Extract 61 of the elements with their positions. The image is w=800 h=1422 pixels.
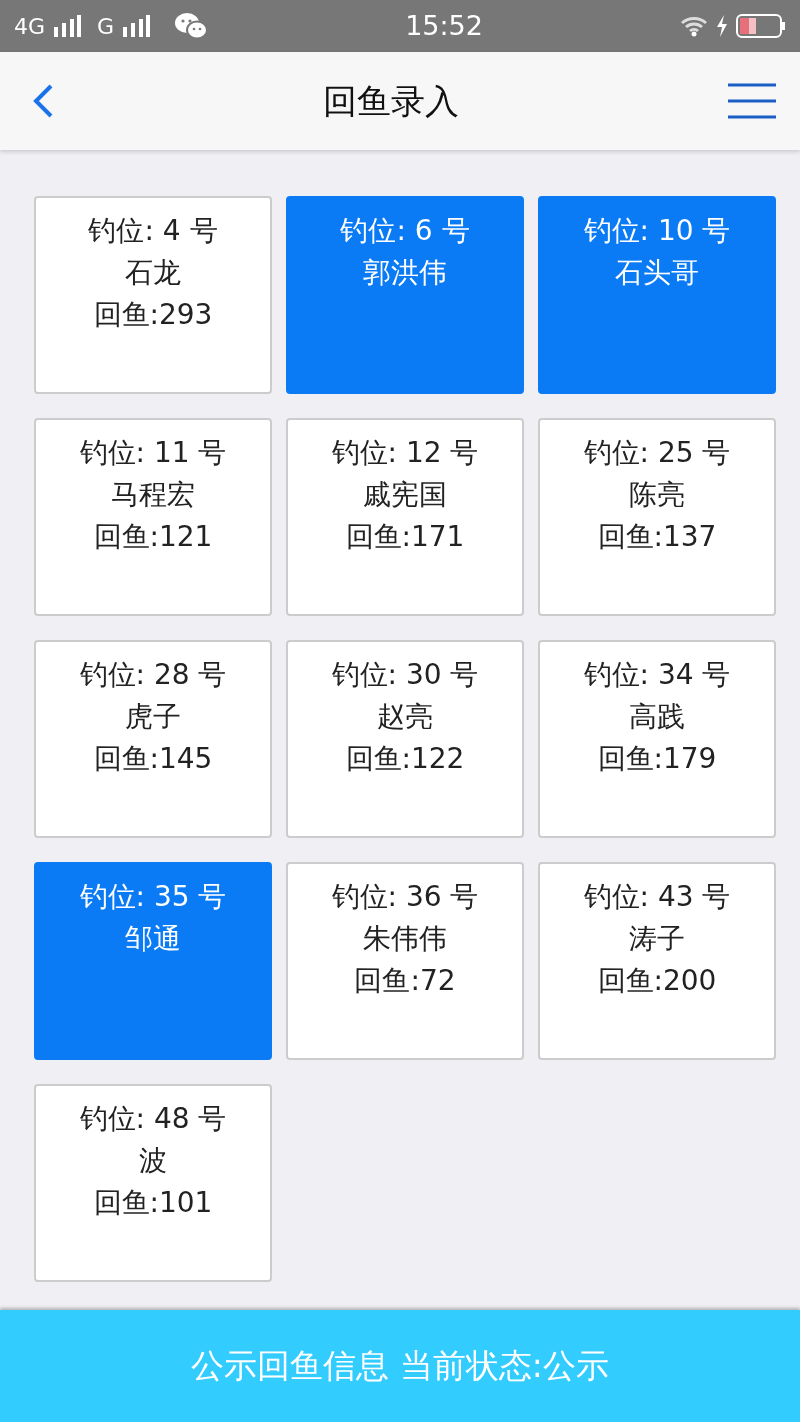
catch-count: 回鱼:137 — [596, 519, 718, 555]
spot-card[interactable]: 钓位: 4 号 石龙 回鱼:293 — [34, 196, 272, 394]
catch-count: 回鱼:101 — [92, 1185, 214, 1221]
catch-count: 回鱼:200 — [596, 963, 718, 999]
catch-count: 回鱼:121 — [92, 519, 214, 555]
spot-number: 钓位: 30 号 — [330, 657, 480, 693]
angler-name: 马程宏 — [110, 477, 196, 513]
angler-name: 石头哥 — [614, 255, 700, 291]
spot-card[interactable]: 钓位: 10 号 石头哥 — [538, 196, 776, 394]
spot-card[interactable]: 钓位: 6 号 郭洪伟 — [286, 196, 524, 394]
spot-number: 钓位: 34 号 — [582, 657, 732, 693]
network-label: G — [97, 12, 115, 41]
spot-number: 钓位: 36 号 — [330, 879, 480, 915]
charging-icon — [716, 15, 728, 37]
catch-count: 回鱼:293 — [92, 297, 214, 333]
spot-card[interactable]: 钓位: 34 号 高践 回鱼:179 — [538, 640, 776, 838]
spot-number: 钓位: 4 号 — [87, 213, 219, 249]
network-label: 4G — [14, 12, 46, 41]
wifi-icon — [680, 15, 708, 37]
catch-count: 回鱼:179 — [596, 741, 718, 777]
angler-name: 邹通 — [124, 921, 182, 957]
spot-number: 钓位: 35 号 — [78, 879, 228, 915]
spot-card[interactable]: 钓位: 25 号 陈亮 回鱼:137 — [538, 418, 776, 616]
spot-card[interactable]: 钓位: 48 号 波 回鱼:101 — [34, 1084, 272, 1282]
spot-number: 钓位: 11 号 — [78, 435, 228, 471]
angler-name: 朱伟伟 — [362, 921, 448, 957]
spot-number: 钓位: 25 号 — [582, 435, 732, 471]
spot-number: 钓位: 12 号 — [330, 435, 480, 471]
catch-count: 回鱼:145 — [92, 741, 214, 777]
battery-icon — [736, 14, 786, 38]
page-title: 回鱼录入 — [323, 79, 459, 123]
catch-count: 回鱼:171 — [344, 519, 466, 555]
angler-name: 戚宪国 — [362, 477, 448, 513]
angler-name: 郭洪伟 — [362, 255, 448, 291]
status-time: 15:52 — [405, 8, 483, 43]
spot-number: 钓位: 6 号 — [339, 213, 471, 249]
spot-card[interactable]: 钓位: 30 号 赵亮 回鱼:122 — [286, 640, 524, 838]
angler-name: 石龙 — [124, 255, 182, 291]
angler-name: 虎子 — [124, 699, 182, 735]
spot-card[interactable]: 钓位: 28 号 虎子 回鱼:145 — [34, 640, 272, 838]
spot-card[interactable]: 钓位: 12 号 戚宪国 回鱼:171 — [286, 418, 524, 616]
spot-number: 钓位: 28 号 — [78, 657, 228, 693]
spot-card[interactable]: 钓位: 36 号 朱伟伟 回鱼:72 — [286, 862, 524, 1060]
spot-number: 钓位: 10 号 — [582, 213, 732, 249]
angler-name: 赵亮 — [376, 699, 434, 735]
catch-count: 回鱼:72 — [353, 963, 457, 999]
spot-number: 钓位: 48 号 — [78, 1101, 228, 1137]
angler-name: 陈亮 — [628, 477, 686, 513]
angler-name: 高践 — [628, 699, 686, 735]
spot-card[interactable]: 钓位: 43 号 涛子 回鱼:200 — [538, 862, 776, 1060]
spot-card[interactable]: 钓位: 11 号 马程宏 回鱼:121 — [34, 418, 272, 616]
angler-name: 涛子 — [628, 921, 686, 957]
signal-icon — [122, 15, 151, 37]
spot-number: 钓位: 43 号 — [582, 879, 732, 915]
back-icon[interactable] — [32, 83, 54, 119]
angler-name: 波 — [138, 1143, 168, 1179]
signal-icon — [53, 15, 82, 37]
chat-app-icon — [174, 12, 209, 40]
catch-count: 回鱼:122 — [344, 741, 466, 777]
spot-card[interactable]: 钓位: 35 号 邹通 — [34, 862, 272, 1060]
menu-icon[interactable] — [728, 83, 776, 119]
